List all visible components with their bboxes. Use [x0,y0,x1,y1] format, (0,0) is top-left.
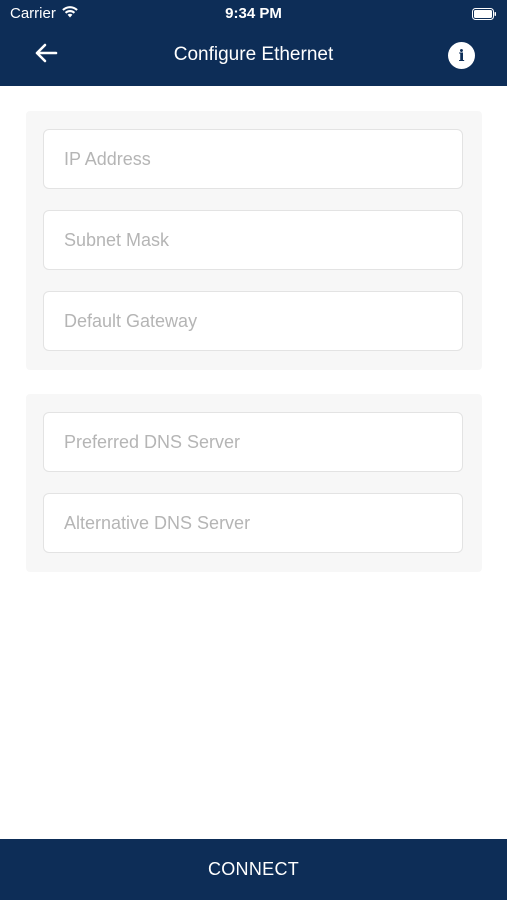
page-title: Configure Ethernet [173,44,334,65]
connect-button[interactable]: CONNECT [0,839,507,900]
ip-address-input[interactable] [44,130,462,188]
alternative-dns-field[interactable] [43,493,463,553]
status-time: 9:34 PM [225,5,282,22]
preferred-dns-field[interactable] [43,412,463,472]
default-gateway-input[interactable] [44,292,462,350]
default-gateway-field[interactable] [43,291,463,351]
info-icon: i [458,46,465,65]
dns-settings-group [26,394,482,572]
alternative-dns-input[interactable] [44,494,462,552]
configure-ethernet-screen: Carrier 9:34 PM Configure Ethernet i IP … [0,0,507,900]
subnet-mask-input[interactable] [44,211,462,269]
nav-bar: Configure Ethernet i [0,28,507,82]
connect-button-label: CONNECT [207,859,300,879]
ip-settings-group [26,111,482,370]
battery-icon [472,7,497,20]
subnet-mask-field[interactable] [43,210,463,270]
ip-address-field[interactable] [43,129,463,189]
preferred-dns-input[interactable] [44,413,462,471]
top-bar: Carrier 9:34 PM Configure Ethernet i [0,0,507,86]
info-button[interactable]: i [448,42,475,69]
status-bar: Carrier 9:34 PM [0,0,507,28]
